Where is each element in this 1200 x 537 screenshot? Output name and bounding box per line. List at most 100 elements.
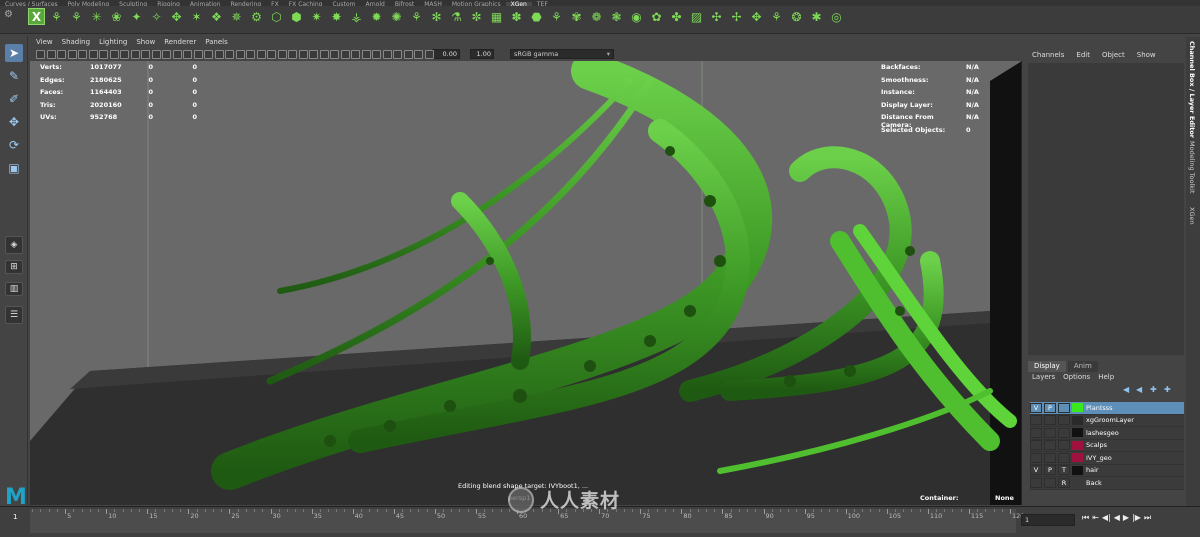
layer-playback-toggle[interactable] xyxy=(1044,452,1056,463)
step-forward-icon[interactable]: |▶ xyxy=(1132,513,1141,523)
layer-playback-toggle[interactable] xyxy=(1044,477,1056,488)
layer-display-type-toggle[interactable] xyxy=(1058,415,1070,426)
shelf-tab[interactable]: Rendering xyxy=(226,2,267,7)
xgen-shelf-tool-icon[interactable]: ⚘ xyxy=(68,8,85,25)
new-layer-icon[interactable]: ✚ xyxy=(1150,385,1159,394)
play-forward-icon[interactable]: ▶ xyxy=(1123,513,1129,523)
shelf-tab[interactable]: Bifrost xyxy=(390,2,419,7)
xgen-shelf-tool-icon[interactable]: ✻ xyxy=(428,8,445,25)
viewport-toolbar-icon[interactable] xyxy=(109,50,119,59)
layer-display-type-toggle[interactable]: T xyxy=(1058,465,1070,476)
layer-color-swatch[interactable] xyxy=(1072,415,1083,425)
viewport-toolbar-icon[interactable] xyxy=(351,50,360,59)
step-back-icon[interactable]: ◀| xyxy=(1102,513,1111,523)
xgen-shelf-tool-icon[interactable]: ▨ xyxy=(688,8,705,25)
viewport-toolbar-icon[interactable] xyxy=(130,50,140,59)
viewport-toolbar-icon[interactable] xyxy=(288,50,297,59)
lasso-tool-icon[interactable]: ✎ xyxy=(5,67,23,85)
viewport-toolbar-icon[interactable] xyxy=(162,50,171,59)
shelf-tab[interactable]: Rigging xyxy=(152,2,185,7)
layer-editor-menu-item[interactable]: Options xyxy=(1063,372,1090,383)
viewport-toolbar-icon[interactable] xyxy=(120,50,129,59)
shelf-tab[interactable]: XGen xyxy=(505,2,532,6)
layer-playback-toggle[interactable] xyxy=(1044,415,1056,426)
viewport-toolbar-icon[interactable] xyxy=(99,50,108,59)
channel-box-menu-item[interactable]: Object xyxy=(1102,49,1125,61)
xgen-shelf-tool-icon[interactable]: ✥ xyxy=(748,8,765,25)
layer-playback-toggle[interactable] xyxy=(1044,427,1056,438)
channel-box-menu-item[interactable]: Channels xyxy=(1032,49,1064,61)
viewport-toolbar-icon[interactable] xyxy=(78,50,87,59)
layer-editor-menu-item[interactable]: Help xyxy=(1098,372,1114,383)
shelf-tab[interactable]: FX xyxy=(266,2,284,7)
viewport-toolbar-icon[interactable] xyxy=(46,50,56,59)
viewport-menu-item[interactable]: Lighting xyxy=(99,37,127,48)
new-layer-selected-icon[interactable]: ✚ xyxy=(1164,385,1173,394)
xgen-shelf-tool-icon[interactable]: ◉ xyxy=(628,8,645,25)
layer-color-swatch[interactable] xyxy=(1072,465,1083,475)
layer-color-swatch[interactable] xyxy=(1072,453,1083,463)
viewport-toolbar-icon[interactable] xyxy=(256,50,266,59)
viewport-toolbar-icon[interactable] xyxy=(235,50,245,59)
xgen-shelf-tool-icon[interactable]: ✳ xyxy=(88,8,105,25)
viewport-toolbar-icon[interactable] xyxy=(414,50,423,59)
layer-row[interactable]: V P Thair xyxy=(1030,464,1184,477)
xgen-shelf-tool-icon[interactable]: ✼ xyxy=(468,8,485,25)
layer-row[interactable]: Scalps xyxy=(1030,439,1184,452)
layer-playback-toggle[interactable]: P xyxy=(1044,465,1056,476)
shelf-tab[interactable]: Animation xyxy=(185,2,226,7)
shelf-tab[interactable]: Arnold xyxy=(360,2,389,7)
xgen-shelf-tool-icon[interactable]: ⚘ xyxy=(548,8,565,25)
go-to-end-icon[interactable]: ⏭ xyxy=(1144,513,1151,523)
side-tab[interactable]: XGen xyxy=(1188,207,1196,225)
xgen-shelf-tool-icon[interactable]: ▦ xyxy=(488,8,505,25)
viewport-menu-item[interactable]: Renderer xyxy=(164,37,196,48)
two-view-icon[interactable]: ▥ xyxy=(5,282,23,296)
viewport-toolbar-icon[interactable] xyxy=(382,50,392,59)
viewport-toolbar-icon[interactable] xyxy=(393,50,402,59)
xgen-shelf-tool-icon[interactable]: ✣ xyxy=(708,8,725,25)
scale-tool-icon[interactable]: ▣ xyxy=(5,159,23,177)
xgen-shelf-tool-icon[interactable]: ⚘ xyxy=(48,8,65,25)
step-back-key-icon[interactable]: ⇤ xyxy=(1092,513,1099,523)
side-tab[interactable]: Modeling Toolkit xyxy=(1188,141,1196,193)
xgen-shelf-tool-icon[interactable]: ✱ xyxy=(808,8,825,25)
layer-row[interactable]: lashesgeo xyxy=(1030,427,1184,440)
layer-color-swatch[interactable] xyxy=(1072,478,1083,488)
viewport-toolbar-icon[interactable] xyxy=(267,50,276,59)
single-perspective-icon[interactable]: ◈ xyxy=(5,236,23,254)
viewport-toolbar-icon[interactable] xyxy=(361,50,371,59)
channel-box-menu-item[interactable]: Edit xyxy=(1076,49,1090,61)
shelf-tab[interactable]: Poly Modeling xyxy=(63,2,115,7)
layer-visibility-toggle[interactable]: V xyxy=(1030,402,1042,413)
xgen-shelf-tool-icon[interactable]: ⚙ xyxy=(248,8,265,25)
xgen-shelf-tool-icon[interactable]: ⚗ xyxy=(448,8,465,25)
viewport-toolbar-icon[interactable] xyxy=(151,50,161,59)
move-layer-up-icon[interactable]: ◀ xyxy=(1123,385,1132,394)
viewport-toolbar-icon[interactable] xyxy=(309,50,318,59)
xgen-shelf-tool-icon[interactable]: ✽ xyxy=(508,8,525,25)
xgen-shelf-tool-icon[interactable]: ⚶ xyxy=(348,8,365,25)
shelf-tab[interactable]: Sculpting xyxy=(114,2,152,7)
viewport-toolbar-icon[interactable] xyxy=(67,50,77,59)
viewport-toolbar-icon[interactable] xyxy=(214,50,224,59)
layer-color-swatch[interactable] xyxy=(1072,428,1083,438)
layer-display-type-toggle[interactable] xyxy=(1058,452,1070,463)
xgen-shelf-tool-icon[interactable]: ◎ xyxy=(828,8,845,25)
viewport-menu-item[interactable]: Show xyxy=(136,37,155,48)
xgen-shelf-tool-icon[interactable]: ✵ xyxy=(228,8,245,25)
layer-playback-toggle[interactable]: P xyxy=(1044,402,1056,413)
side-tab[interactable]: Channel Box / Layer Editor xyxy=(1188,41,1196,138)
viewport-toolbar-icon[interactable] xyxy=(88,50,98,59)
xgen-shelf-tool-icon[interactable]: ❃ xyxy=(608,8,625,25)
layer-editor-tab[interactable]: Display xyxy=(1028,361,1066,372)
viewport-toolbar-icon[interactable] xyxy=(298,50,308,59)
xgen-shelf-tool-icon[interactable]: ✺ xyxy=(388,8,405,25)
outliner-layout-icon[interactable]: ☰ xyxy=(5,306,23,324)
layer-color-swatch[interactable] xyxy=(1072,403,1083,413)
play-backward-icon[interactable]: ◀ xyxy=(1114,513,1120,523)
xgen-shelf-tool-icon[interactable]: ⚘ xyxy=(768,8,785,25)
viewport-toolbar-icon[interactable] xyxy=(319,50,329,59)
go-to-start-icon[interactable]: ⏮ xyxy=(1082,513,1089,523)
viewport-toolbar-icon[interactable] xyxy=(330,50,339,59)
